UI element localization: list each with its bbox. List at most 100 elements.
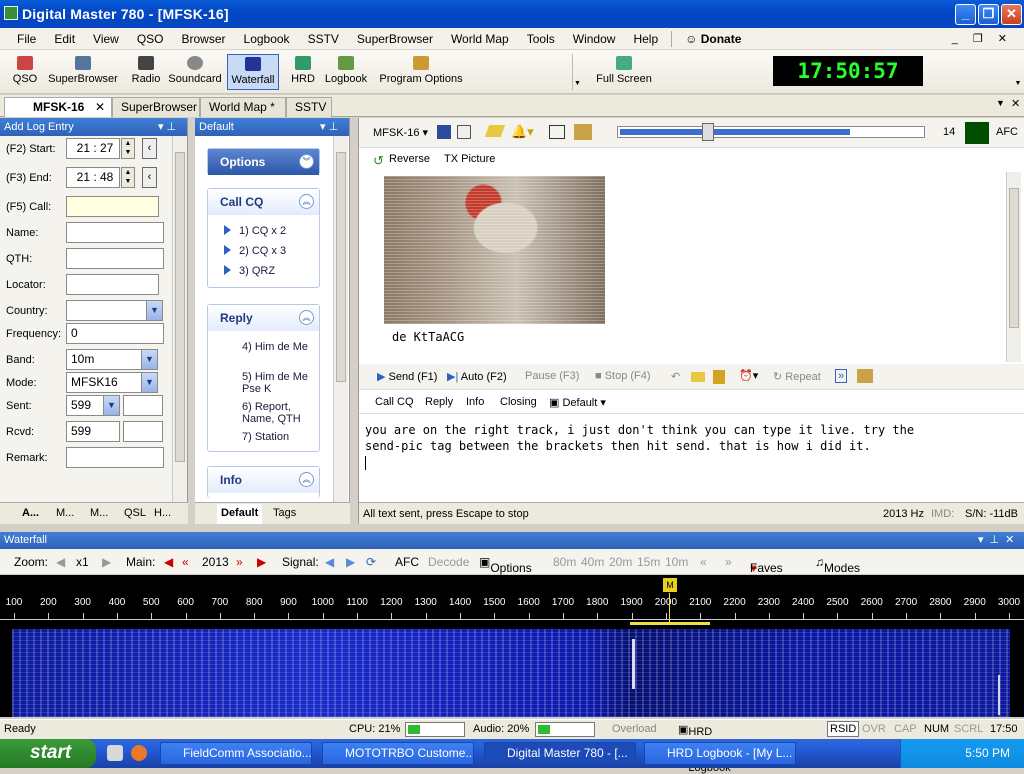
tab-sstv[interactable]: SSTV — [286, 97, 332, 117]
options-icon[interactable] — [857, 369, 873, 383]
tab-list-icon[interactable]: ▼ — [996, 98, 1005, 108]
end-time-field[interactable]: 21 : 48 — [66, 167, 120, 188]
log-tab-m2[interactable]: M... — [90, 507, 108, 519]
firefox-icon[interactable] — [131, 745, 147, 761]
print-preview-icon[interactable] — [457, 125, 471, 139]
stop-button[interactable]: ■ Stop (F4) — [595, 370, 651, 382]
macro-reply[interactable]: Reply — [425, 396, 453, 408]
main-frequency[interactable]: 2013 — [202, 555, 229, 569]
send-button[interactable]: ▶ Send (F1) — [377, 370, 437, 383]
macro-call-cq[interactable]: Call CQ — [375, 396, 414, 408]
radio-button[interactable]: Radio — [128, 54, 164, 90]
menu-file[interactable]: File — [8, 32, 45, 46]
start-now-button[interactable]: ‹ — [142, 138, 157, 159]
rewind-icon[interactable]: « — [182, 555, 189, 569]
hrd-button[interactable]: HRD — [289, 54, 317, 90]
reverse-button[interactable]: Reverse — [389, 153, 430, 165]
pin-icon[interactable]: ▾ ⊥ — [320, 118, 338, 136]
mdi-controls[interactable]: _ ❐ ✕ — [943, 32, 1022, 45]
save-icon[interactable] — [437, 125, 451, 139]
name-field[interactable] — [66, 222, 164, 243]
close-document-icon[interactable]: ✕ — [1011, 97, 1020, 110]
taskbar-digital-master[interactable]: Digital Master 780 - [... — [484, 742, 636, 765]
macro-cq-x3[interactable]: 2) CQ x 3 — [224, 245, 286, 257]
tab-superbrowser[interactable]: SuperBrowser — [112, 97, 200, 117]
quicklaunch-icon[interactable] — [107, 745, 123, 761]
lock-icon[interactable] — [713, 370, 725, 384]
tab-mfsk16[interactable]: MFSK-16 ✕ — [4, 97, 112, 117]
macro-info[interactable]: Info — [466, 396, 484, 408]
start-button[interactable]: start — [0, 739, 96, 768]
clock-icon[interactable]: ⏰▾ — [739, 369, 758, 382]
superbrowser-button[interactable]: SuperBrowser — [46, 54, 120, 90]
menu-logbook[interactable]: Logbook — [235, 32, 299, 46]
menu-view[interactable]: View — [84, 32, 128, 46]
log-tab-h[interactable]: H... — [154, 507, 171, 519]
rsid-toggle[interactable]: RSID — [827, 721, 860, 737]
pause-button[interactable]: Pause (F3) — [525, 370, 579, 382]
toolbar-overflow-icon[interactable]: ▼ — [572, 54, 582, 90]
end-spinner[interactable]: ▲ ▼ — [121, 167, 135, 188]
macro-tab-default[interactable]: Default — [217, 504, 263, 524]
eraser-icon[interactable] — [484, 125, 506, 137]
pin-icon[interactable]: ▾ ⊥ — [158, 118, 176, 136]
zoom-in-icon[interactable]: ▶ — [102, 555, 111, 569]
qth-field[interactable] — [66, 248, 164, 269]
next-icon[interactable]: ▶ — [257, 555, 266, 569]
sync-icon[interactable]: ⟳ — [366, 555, 376, 569]
menu-help[interactable]: Help — [624, 32, 667, 46]
more-right-icon[interactable]: » — [725, 555, 732, 569]
rcvd-extra-field[interactable] — [123, 421, 163, 442]
rcvd-field[interactable]: 599 — [66, 421, 120, 442]
clear-icon[interactable]: ↶ — [671, 370, 680, 383]
waterfall-display[interactable] — [0, 625, 1024, 717]
donate-button[interactable]: ☺ Donate — [676, 32, 750, 46]
prev-icon[interactable]: ◀ — [164, 555, 173, 569]
start-time-field[interactable]: 21 : 27 — [66, 138, 120, 159]
menu-qso[interactable]: QSO — [128, 32, 173, 46]
zoom-out-icon[interactable]: ◀ — [56, 555, 65, 569]
signal-prev-icon[interactable]: ◀ — [325, 555, 334, 569]
modes-button[interactable]: ♫ Modes — [815, 555, 860, 575]
hrd-logbook-status[interactable]: ▣ HRD Logbook: My Logbook — [678, 723, 734, 774]
sent-extra-field[interactable] — [123, 395, 163, 416]
collapse-icon[interactable]: ︽ — [299, 310, 314, 325]
taskbar-hrd-logbook[interactable]: HRD Logbook - [My L... — [644, 742, 796, 765]
minimize-button[interactable]: _ — [955, 4, 976, 25]
menu-edit[interactable]: Edit — [45, 32, 84, 46]
afc-label[interactable]: AFC — [996, 126, 1018, 138]
locator-field[interactable] — [66, 274, 159, 295]
macro-scrollbar[interactable] — [333, 136, 348, 502]
band-80m[interactable]: 80m — [553, 555, 576, 569]
rx-scrollbar[interactable] — [1006, 172, 1021, 362]
log-tab-a[interactable]: A... — [22, 507, 39, 519]
sent-select[interactable]: 599 ▼ — [66, 395, 120, 416]
repeat-button[interactable]: ↻ Repeat — [773, 370, 821, 383]
bell-icon[interactable]: 🔔▾ — [511, 124, 534, 140]
macro-cq-x2[interactable]: 1) CQ x 2 — [224, 225, 286, 237]
macro-set-select[interactable]: ▣ Default ▾ — [549, 396, 606, 409]
taskbar-mototrbo[interactable]: MOTOTRBO Custome... — [322, 742, 474, 765]
band-select[interactable]: 10m ▼ — [66, 349, 158, 370]
mode-select[interactable]: MFSK-16 ▾ — [373, 126, 428, 139]
program-options-button[interactable]: Program Options — [378, 54, 464, 90]
mode-select[interactable]: MFSK16 ▼ — [66, 372, 158, 393]
frequency-slider[interactable] — [617, 123, 925, 141]
menu-world-map[interactable]: World Map — [442, 32, 518, 46]
tx-text-line-1[interactable]: you are on the right track, i just don't… — [365, 423, 914, 437]
frequency-field[interactable]: 0 — [66, 323, 164, 344]
tx-text-line-2[interactable]: send-pic tag between the brackets then h… — [365, 439, 871, 453]
eraser-icon[interactable] — [691, 372, 705, 382]
macro-tab-tags[interactable]: Tags — [273, 507, 296, 519]
auto-button[interactable]: ▶| Auto (F2) — [447, 370, 507, 383]
afc-toggle[interactable]: AFC — [395, 555, 419, 569]
menu-window[interactable]: Window — [564, 32, 625, 46]
log-tab-m1[interactable]: M... — [56, 507, 74, 519]
macro-report[interactable]: 6) Report, Name, QTH — [242, 401, 317, 425]
tab-world-map[interactable]: World Map * — [200, 97, 286, 117]
soundcard-button[interactable]: Soundcard — [168, 54, 222, 90]
log-scrollbar[interactable] — [172, 136, 187, 502]
full-screen-button[interactable]: Full Screen — [594, 54, 654, 90]
taskbar-fieldcomm[interactable]: FieldComm Associatio... — [160, 742, 312, 765]
cursor-marker[interactable]: M — [663, 578, 677, 592]
